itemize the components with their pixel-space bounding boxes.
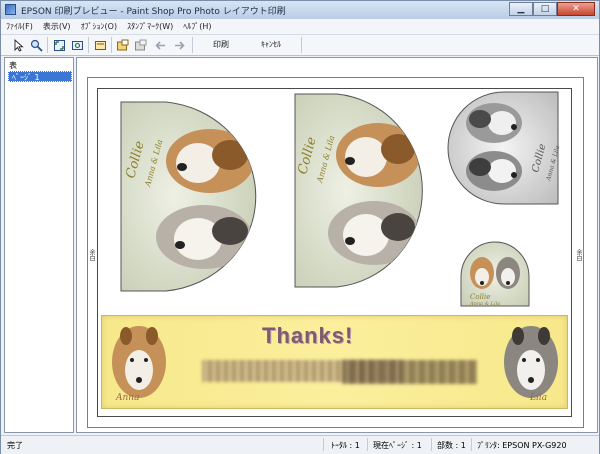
menu-stamp-mark[interactable]: ｽﾀﾝﾌﾟﾏｰｸ(W) <box>122 19 178 34</box>
page-list-header: 表 <box>9 61 17 70</box>
arrow-left-icon <box>154 40 165 50</box>
fit-page-button[interactable] <box>52 38 66 52</box>
banner-left-name: Anna <box>115 393 139 403</box>
status-ready: 完了 <box>7 441 23 450</box>
title-bar[interactable]: EPSON 印刷プレビュー - Paint Shop Pro Photo レイア… <box>1 1 599 20</box>
photo-4[interactable]: Collie Anna & Lila <box>458 239 533 309</box>
banner-right-dog-photo: Lila <box>504 326 558 403</box>
photo-4-subtitle: Anna & Lila <box>469 301 500 307</box>
banner-title: Thanks! <box>262 323 354 348</box>
previous-page-button[interactable] <box>153 38 167 52</box>
zoom-area-button[interactable] <box>70 38 84 52</box>
stamp-delete-button[interactable] <box>133 38 147 52</box>
zoom-tool-button[interactable] <box>29 38 43 52</box>
photo-1[interactable]: Collie Anna & Lila <box>118 99 273 295</box>
status-total: ﾄｰﾀﾙ : 1 <box>331 441 360 450</box>
status-bar: 完了 ﾄｰﾀﾙ : 1 現在ﾍﾟｰｼﾞ : 1 部数 : 1 ﾌﾟﾘﾝﾀ: EP… <box>1 435 599 454</box>
minimize-button[interactable]: ▁ <box>509 2 533 16</box>
magnifier-icon <box>30 39 43 52</box>
stamp-icon <box>116 39 128 50</box>
arrow-right-icon <box>174 40 185 50</box>
banner-right-name: Lila <box>529 393 547 403</box>
photo-4-title: Collie <box>470 293 490 301</box>
photo-2[interactable]: Collie Anna & Lila <box>292 91 437 291</box>
page-list-item[interactable]: ﾍﾟｰｼﾞ 1 <box>8 71 72 82</box>
menu-view[interactable]: 表示(V) <box>38 19 76 34</box>
next-page-button[interactable] <box>172 38 186 52</box>
stamp-delete-icon <box>134 39 146 50</box>
close-icon: ✕ <box>572 4 580 14</box>
menu-file[interactable]: ﾌｧｲﾙ(F) <box>1 19 38 34</box>
window-title: EPSON 印刷プレビュー - Paint Shop Pro Photo レイア… <box>21 7 286 17</box>
menu-help[interactable]: ﾍﾙﾌﾟ(H) <box>178 19 216 34</box>
fit-page-icon <box>53 39 65 51</box>
window-controls: ▁ □ ✕ <box>509 2 595 17</box>
minimize-icon: ▁ <box>517 4 525 14</box>
stamp-button[interactable] <box>115 38 129 52</box>
maximize-icon: □ <box>540 4 550 14</box>
print-button[interactable]: 印刷 <box>213 38 229 52</box>
arrow-pointer-icon <box>14 38 24 52</box>
status-printer: ﾌﾟﾘﾝﾀ: EPSON PX-G920 <box>477 441 567 450</box>
preview-window: EPSON 印刷プレビュー - Paint Shop Pro Photo レイア… <box>0 0 600 454</box>
banner-left-dog-photo: Anna <box>112 326 166 403</box>
photo-3[interactable]: Collie Anna & Lila <box>446 89 561 209</box>
close-button[interactable]: ✕ <box>557 2 595 16</box>
page-setup-button[interactable] <box>93 38 107 52</box>
cancel-button[interactable]: ｷｬﾝｾﾙ <box>261 38 281 52</box>
app-icon <box>5 4 16 15</box>
menu-options[interactable]: ｵﾌﾟｼｮﾝ(O) <box>76 19 123 34</box>
page-list-panel: 表 ﾍﾟｰｼﾞ 1 <box>4 57 74 433</box>
zoom-area-icon <box>71 40 83 50</box>
menu-bar: ﾌｧｲﾙ(F) 表示(V) ｵﾌﾟｼｮﾝ(O) ｽﾀﾝﾌﾟﾏｰｸ(W) ﾍﾙﾌﾟ… <box>1 19 599 35</box>
thanks-banner[interactable]: Anna Thanks! Lila <box>101 315 568 409</box>
select-tool-button[interactable] <box>11 38 25 52</box>
page-icon <box>94 40 106 50</box>
left-margin-marker: 余白 <box>88 249 95 261</box>
right-margin-marker: 余白 <box>575 249 582 261</box>
toolbar: 印刷 ｷｬﾝｾﾙ <box>1 35 599 56</box>
printable-area: 余白 余白 Collie Anna & Lila Collie Anna & L… <box>88 88 582 417</box>
banner-name-blurred <box>342 360 477 384</box>
status-current-page: 現在ﾍﾟｰｼﾞ : 1 <box>373 441 422 450</box>
status-copies: 部数 : 1 <box>437 441 466 450</box>
preview-canvas[interactable]: 余白 余白 Collie Anna & Lila Collie Anna & L… <box>76 57 598 433</box>
maximize-button[interactable]: □ <box>533 2 557 16</box>
